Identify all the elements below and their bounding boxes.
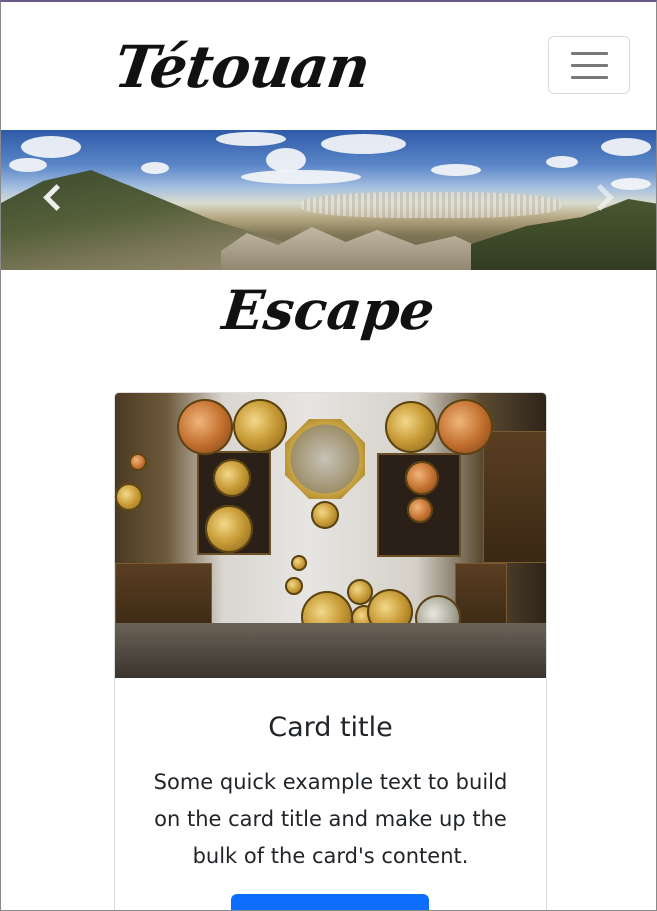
navbar-toggler-button[interactable] [548,36,630,94]
carousel-prev-button[interactable] [1,130,91,270]
card-text: Some quick example text to build on the … [153,770,508,868]
card-action-button[interactable] [231,894,429,910]
section-title: Escape [219,278,438,342]
card: Card title Some quick example text to bu… [114,392,547,910]
hero-carousel [1,130,656,270]
navbar: Tétouan [1,2,656,130]
browser-viewport: Tétouan Escape Card title Some quick exa… [0,0,657,911]
card-title: Card title [268,712,393,743]
chevron-left-icon [43,184,70,211]
brand-logo[interactable]: Tétouan [110,32,374,102]
chevron-right-icon [587,184,614,211]
card-body: Card title Some quick example text to bu… [115,678,546,910]
card-image [115,393,546,678]
carousel-next-button[interactable] [566,130,656,270]
